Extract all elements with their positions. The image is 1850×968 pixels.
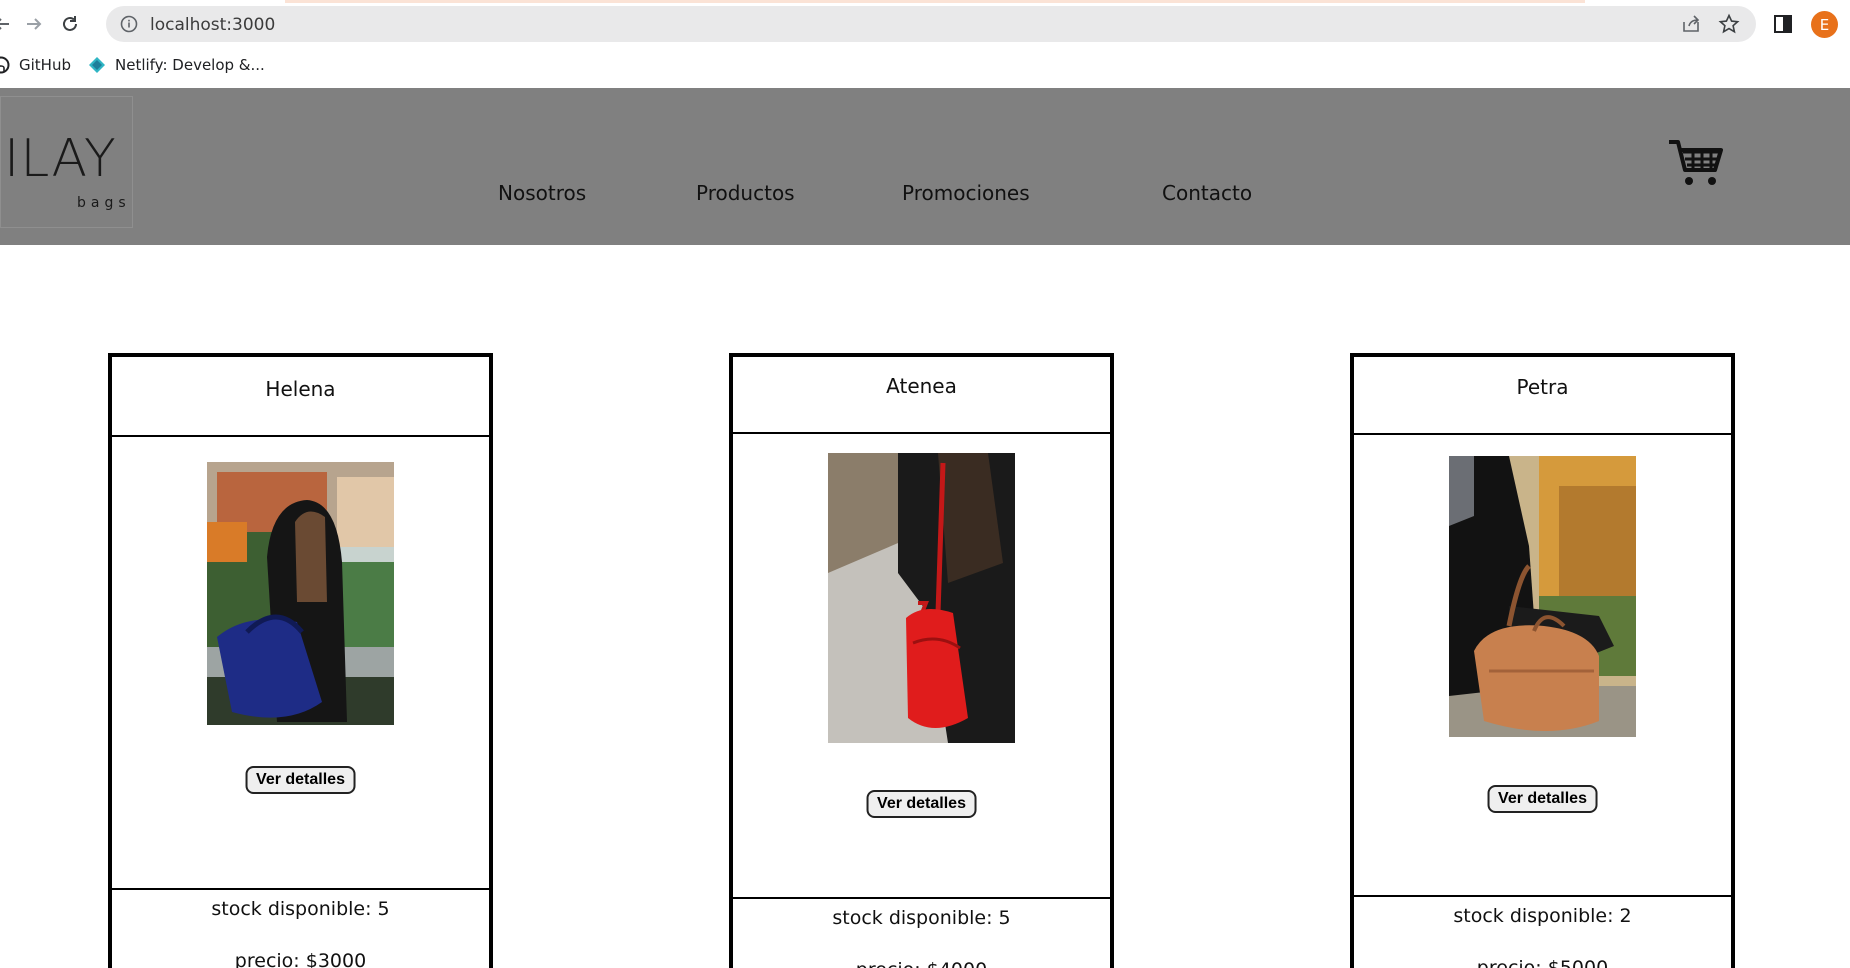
product-name: Helena: [265, 377, 336, 401]
bookmark-star-icon[interactable]: [1718, 13, 1740, 35]
view-details-button[interactable]: Ver detalles: [1487, 785, 1598, 813]
product-stock: stock disponible: 5: [832, 907, 1011, 929]
site-header: ILAY bags Nosotros Productos Promociones…: [0, 88, 1850, 245]
view-details-button[interactable]: Ver detalles: [245, 766, 356, 794]
netlify-icon: [89, 57, 105, 73]
browser-toolbar: localhost:3000 E: [0, 0, 1850, 48]
card-divider: [1354, 433, 1731, 435]
card-divider: [1354, 895, 1731, 897]
bookmark-netlify[interactable]: Netlify: Develop &...: [88, 56, 265, 74]
profile-avatar[interactable]: E: [1811, 11, 1838, 38]
nav-promociones[interactable]: Promociones: [902, 181, 1030, 205]
product-photo: [1449, 456, 1636, 737]
product-name: Petra: [1516, 375, 1569, 399]
card-divider: [112, 435, 489, 437]
nav-nosotros[interactable]: Nosotros: [498, 181, 586, 205]
product-image-petra[interactable]: [1449, 456, 1636, 737]
bookmarks-bar: GitHub Netlify: Develop &...: [0, 48, 1850, 88]
logo-wordmark: ILAY: [4, 129, 117, 189]
product-price: precio: $3000: [234, 950, 367, 968]
url-text[interactable]: localhost:3000: [150, 15, 275, 35]
shopping-cart-icon[interactable]: [1667, 138, 1727, 188]
logo-subtitle: bags: [77, 195, 131, 211]
card-divider: [733, 897, 1110, 899]
site-info-icon[interactable]: [120, 15, 138, 33]
bookmark-github[interactable]: GitHub: [0, 56, 71, 74]
nav-productos[interactable]: Productos: [696, 181, 795, 205]
product-card-petra: Petra Ver detalles stock disponible: 2 p…: [1350, 353, 1735, 968]
nav-contacto[interactable]: Contacto: [1162, 181, 1252, 205]
page-load-indicator: [285, 0, 1585, 3]
card-divider: [733, 432, 1110, 434]
product-price: precio: $5000: [1476, 957, 1609, 968]
product-card-atenea: Atenea Ver detalles stock disponible: 5 …: [729, 353, 1114, 968]
bookmark-label: Netlify: Develop &...: [115, 56, 265, 74]
product-stock: stock disponible: 2: [1453, 905, 1632, 927]
product-photo: [207, 462, 394, 725]
view-details-button[interactable]: Ver detalles: [866, 790, 977, 818]
forward-icon[interactable]: [20, 10, 48, 38]
product-image-helena[interactable]: [207, 462, 394, 725]
share-icon[interactable]: [1680, 13, 1702, 35]
back-icon[interactable]: [0, 10, 16, 38]
product-image-atenea[interactable]: [828, 453, 1015, 743]
logo[interactable]: ILAY bags: [0, 96, 133, 228]
product-name: Atenea: [886, 374, 957, 398]
bookmark-label: GitHub: [19, 56, 71, 74]
address-bar[interactable]: localhost:3000: [106, 6, 1756, 42]
github-icon: [0, 56, 10, 74]
product-photo: [828, 453, 1015, 743]
side-panel-icon[interactable]: [1773, 14, 1793, 34]
card-divider: [112, 888, 489, 890]
reload-icon[interactable]: [56, 10, 84, 38]
product-card-helena: Helena Ver detalles stock disponible: 5 …: [108, 353, 493, 968]
product-stock: stock disponible: 5: [211, 898, 390, 920]
product-price: precio: $4000: [733, 959, 1110, 968]
